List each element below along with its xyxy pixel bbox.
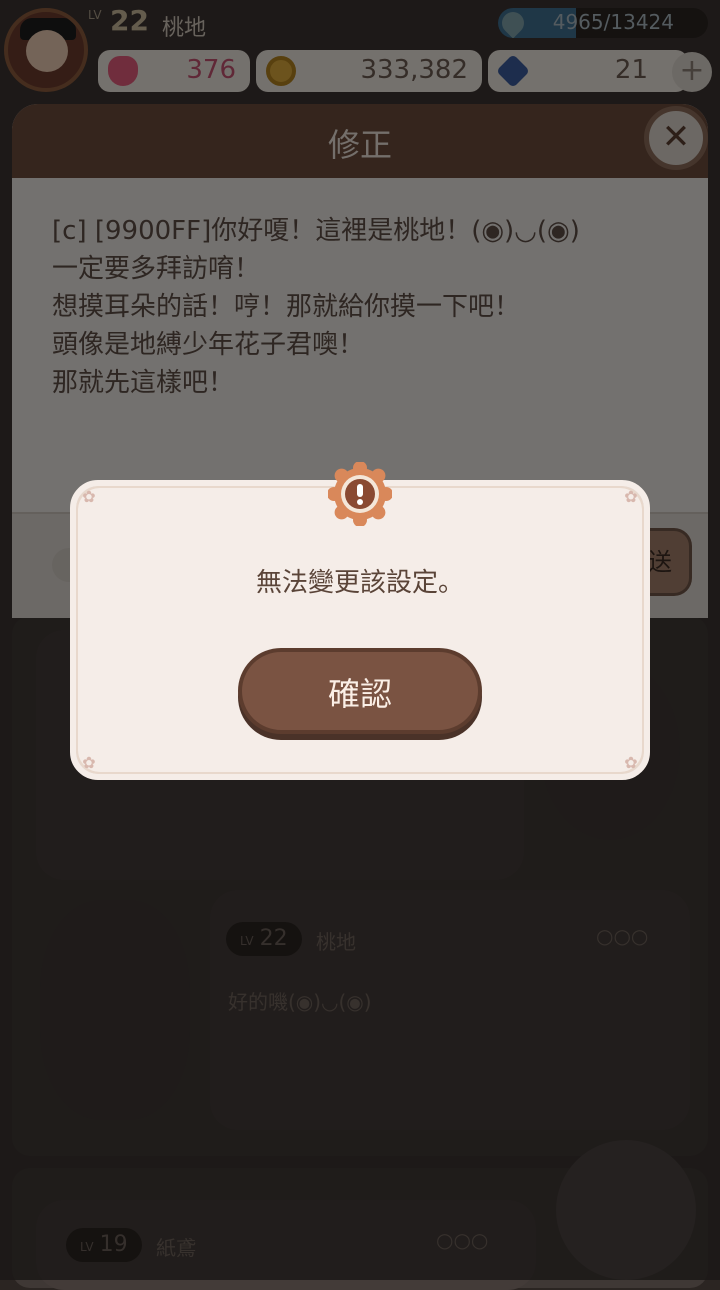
corner-ornament-icon: ✿ [624, 487, 638, 506]
confirm-button[interactable]: 確認 [238, 648, 482, 734]
corner-ornament-icon: ✿ [624, 753, 638, 772]
corner-ornament-icon: ✿ [82, 753, 96, 772]
corner-ornament-icon: ✿ [82, 487, 96, 506]
exclamation-icon [328, 462, 392, 526]
dialog-message: 無法變更該設定。 [255, 568, 464, 598]
